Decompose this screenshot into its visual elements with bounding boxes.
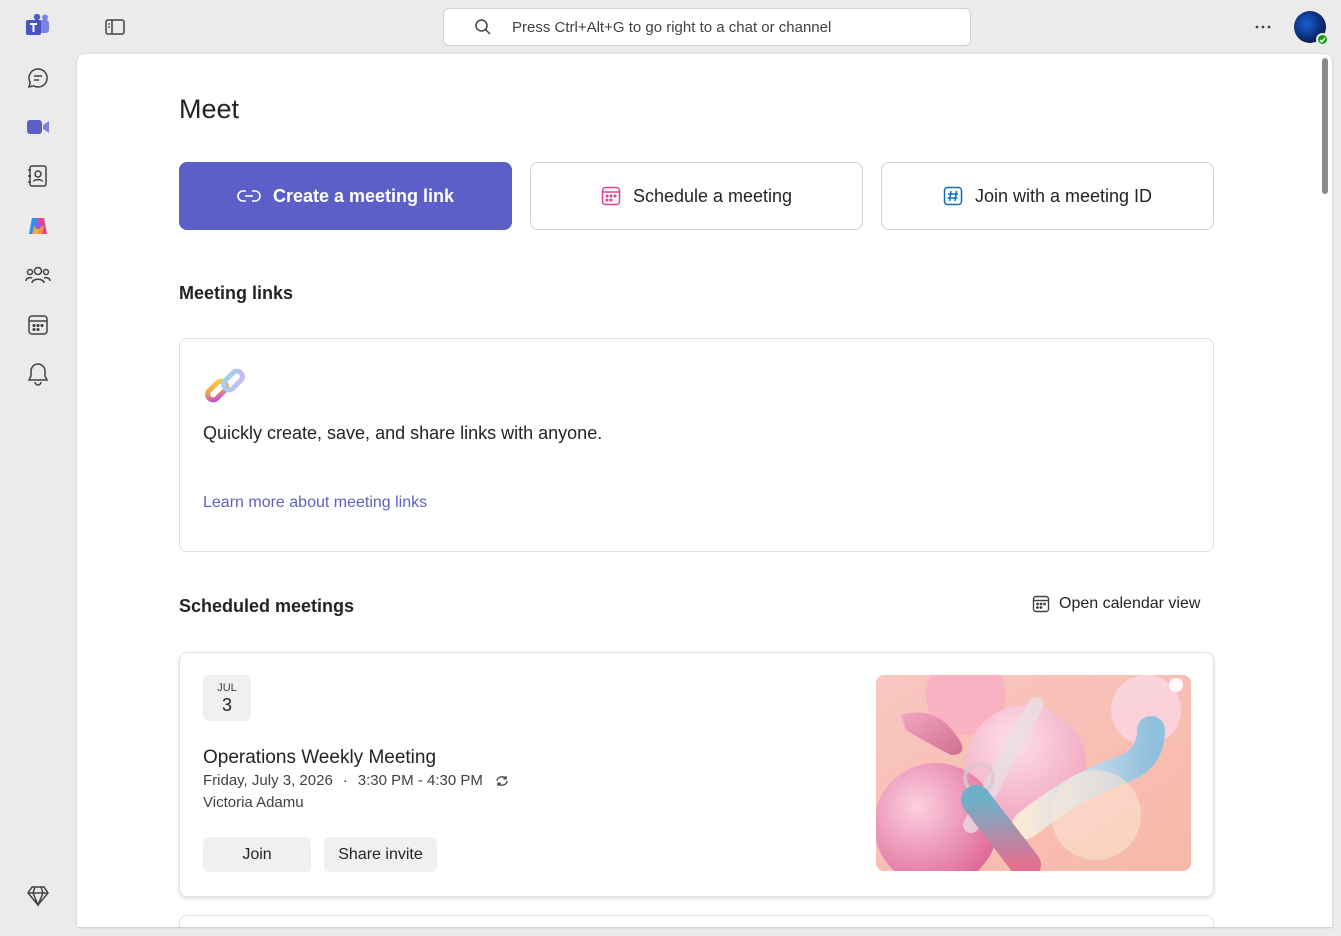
recurring-icon	[495, 775, 509, 787]
date-month: JUL	[217, 682, 237, 694]
scrollbar[interactable]	[1322, 58, 1328, 194]
bell-icon[interactable]	[18, 354, 58, 394]
link-icon	[237, 189, 261, 203]
contacts-icon[interactable]	[18, 156, 58, 196]
meeting-banner-image	[876, 675, 1191, 871]
open-calendar-view-button[interactable]: Open calendar view	[1032, 595, 1200, 613]
presence-available-icon	[1316, 33, 1329, 46]
chain-link-illustration-icon	[204, 365, 248, 409]
create-meeting-link-label: Create a meeting link	[272, 185, 455, 206]
meeting-links-card: Quickly create, save, and share links wi…	[179, 338, 1214, 552]
sidebar-toggle-icon[interactable]	[102, 14, 128, 40]
meeting-organizer: Victoria Adamu	[203, 794, 304, 811]
chat-icon[interactable]	[18, 58, 58, 98]
calendar-icon	[1032, 595, 1050, 613]
join-button[interactable]: Join	[203, 837, 311, 872]
meeting-title: Operations Weekly Meeting	[203, 747, 437, 768]
date-day: 3	[221, 695, 232, 715]
calendar-add-icon	[601, 186, 621, 206]
meeting-links-description: Quickly create, save, and share links wi…	[203, 423, 603, 443]
search-icon	[474, 17, 494, 37]
meeting-card-next[interactable]	[179, 915, 1214, 927]
meeting-time: 3:30 PM - 4:30 PM	[357, 772, 483, 789]
meeting-links-heading: Meeting links	[179, 283, 294, 303]
teams-logo-icon[interactable]	[18, 6, 58, 46]
join-with-id-button[interactable]: Join with a meeting ID	[881, 162, 1214, 230]
premium-diamond-icon[interactable]	[18, 876, 58, 916]
copilot-icon[interactable]	[18, 206, 58, 246]
date-badge: JUL 3	[203, 675, 251, 721]
meet-video-icon[interactable]	[18, 107, 58, 147]
calendar-icon[interactable]	[18, 305, 58, 345]
scheduled-meetings-heading: Scheduled meetings	[179, 596, 355, 616]
share-invite-button[interactable]: Share invite	[324, 837, 437, 872]
meeting-separator: ·	[342, 772, 348, 789]
join-with-id-label: Join with a meeting ID	[974, 185, 1153, 206]
app-rail	[0, 0, 77, 936]
avatar[interactable]	[1294, 11, 1329, 46]
open-calendar-view-label: Open calendar view	[1059, 595, 1201, 612]
schedule-meeting-label: Schedule a meeting	[632, 185, 793, 206]
meeting-date: Friday, July 3, 2026	[203, 772, 333, 789]
hashtag-icon	[943, 186, 963, 206]
communities-icon[interactable]	[18, 255, 58, 295]
more-options-icon[interactable]	[1250, 14, 1276, 40]
main-panel: Meet Create a meeting link Schedule a me…	[77, 54, 1332, 927]
search-bar[interactable]	[443, 8, 971, 46]
page-title: Meet	[179, 94, 240, 124]
search-input[interactable]	[512, 18, 970, 36]
learn-more-link[interactable]: Learn more about meeting links	[203, 494, 427, 512]
meeting-card[interactable]: JUL 3 Operations Weekly Meeting Friday, …	[179, 652, 1214, 897]
meeting-datetime: Friday, July 3, 2026 · 3:30 PM - 4:30 PM	[203, 772, 509, 789]
create-meeting-link-button[interactable]: Create a meeting link	[179, 162, 512, 230]
schedule-meeting-button[interactable]: Schedule a meeting	[530, 162, 863, 230]
